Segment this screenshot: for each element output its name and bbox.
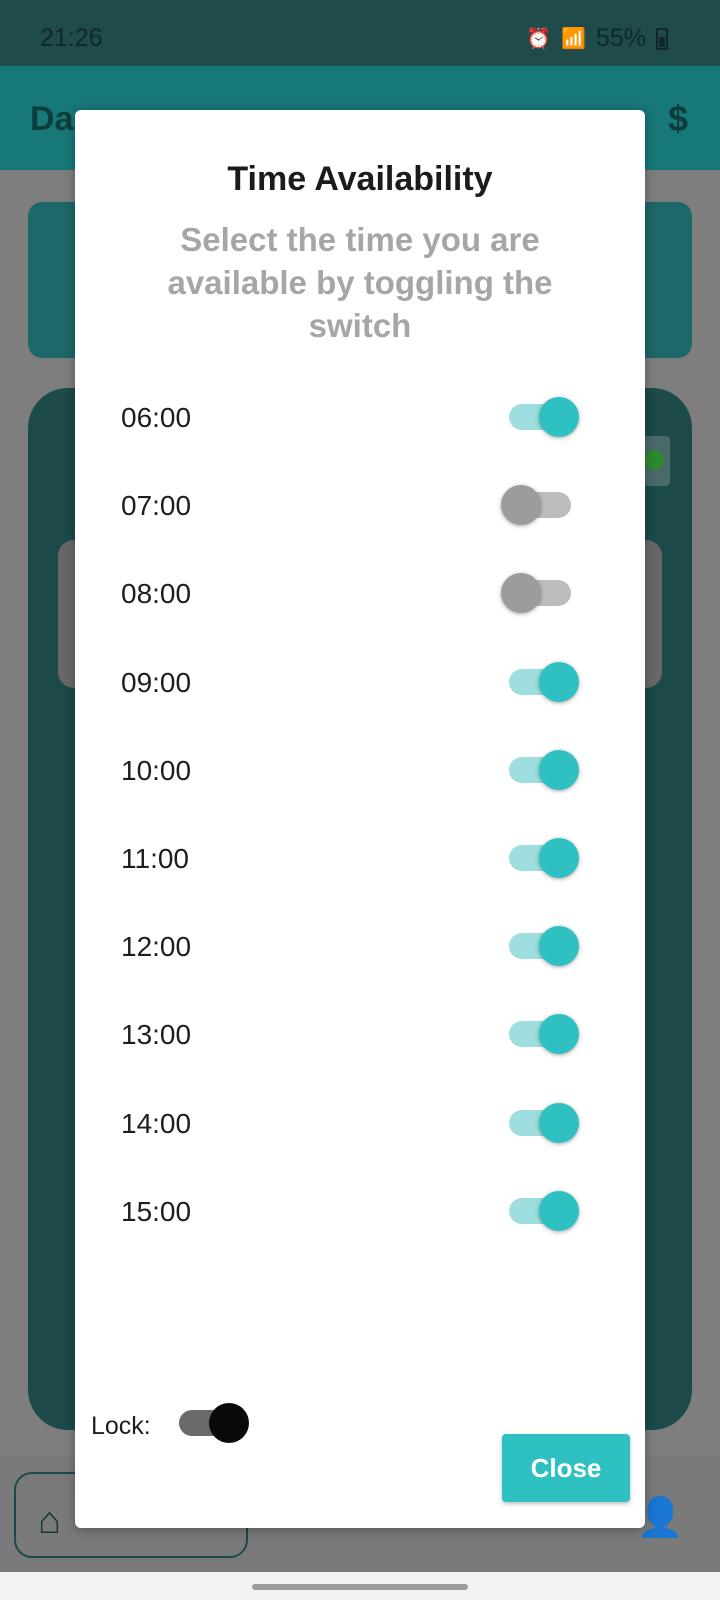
time-slot-row: 08:00 <box>75 564 645 624</box>
toggle-knob <box>539 1102 579 1143</box>
time-slot-row: 13:00 <box>75 1005 645 1065</box>
close-button[interactable]: Close <box>502 1434 630 1502</box>
time-slot-row: 15:00 <box>75 1182 645 1242</box>
lock-toggle[interactable] <box>179 1403 249 1443</box>
time-slot-label: 08:00 <box>121 578 192 610</box>
time-slot-row: 14:00 <box>75 1094 645 1154</box>
toggle-knob <box>539 838 579 878</box>
time-slot-label: 13:00 <box>121 1019 192 1051</box>
alarm-icon: ⏰ <box>526 28 552 50</box>
toggle-knob <box>539 749 579 790</box>
time-slot-toggle[interactable] <box>509 661 579 702</box>
toggle-knob <box>539 926 579 967</box>
time-slot-label: 11:00 <box>121 843 189 874</box>
time-slot-label: 15:00 <box>121 1195 192 1227</box>
dialog-title: Time Availability <box>227 160 493 198</box>
time-slot-row: 11:00 <box>75 829 645 889</box>
toggle-knob <box>539 661 579 702</box>
toggle-knob <box>539 1014 579 1055</box>
time-slot-toggle[interactable] <box>509 1102 579 1143</box>
time-slot-label: 06:00 <box>121 402 192 433</box>
page-title: Da <box>30 100 74 138</box>
wifi-icon: 📶 <box>561 28 586 50</box>
time-slot-row: 06:00 <box>75 388 645 448</box>
home-icon[interactable]: ⌂ <box>38 1500 61 1543</box>
lock-toggle-knob <box>209 1403 249 1443</box>
dollar-icon[interactable]: $ <box>668 98 688 140</box>
time-slot-row: 10:00 <box>75 741 645 801</box>
dialog-subtitle: Select the time you are available by tog… <box>167 221 553 344</box>
time-slot-row: 12:00 <box>75 917 645 977</box>
time-slot-toggle[interactable] <box>509 1014 579 1055</box>
status-time: 21:26 <box>40 24 103 52</box>
battery-percentage: 55% <box>595 24 646 52</box>
lock-label: Lock: <box>91 1412 151 1440</box>
time-slot-toggle[interactable] <box>501 485 571 526</box>
status-bar: 21:26 ⏰ 📶 55% <box>0 0 720 66</box>
time-slot-toggle[interactable] <box>509 838 579 878</box>
battery-icon <box>656 27 668 50</box>
time-slot-row: 07:00 <box>75 476 645 536</box>
time-slot-toggle[interactable] <box>509 926 579 967</box>
time-slot-toggle[interactable] <box>509 749 579 790</box>
time-slot-label: 07:00 <box>121 490 192 522</box>
time-slot-label: 14:00 <box>121 1107 192 1139</box>
time-slot-label: 12:00 <box>121 931 192 963</box>
time-availability-dialog: Time Availability Select the time you ar… <box>75 110 645 1528</box>
header-actions: $ <box>668 98 688 140</box>
time-slot-toggle[interactable] <box>509 397 579 437</box>
toggle-knob <box>501 485 541 526</box>
toggle-knob <box>501 573 541 614</box>
toggle-knob <box>539 1190 579 1231</box>
status-icons: ⏰ 📶 55% <box>526 24 668 53</box>
gesture-pill[interactable] <box>252 1584 468 1590</box>
time-slot-toggle[interactable] <box>501 573 571 614</box>
time-slot-label: 09:00 <box>121 666 192 698</box>
time-slot-row: 09:00 <box>75 653 645 713</box>
toggle-knob <box>539 397 579 437</box>
time-slot-label: 10:00 <box>121 754 192 786</box>
time-slot-toggle[interactable] <box>509 1190 579 1231</box>
